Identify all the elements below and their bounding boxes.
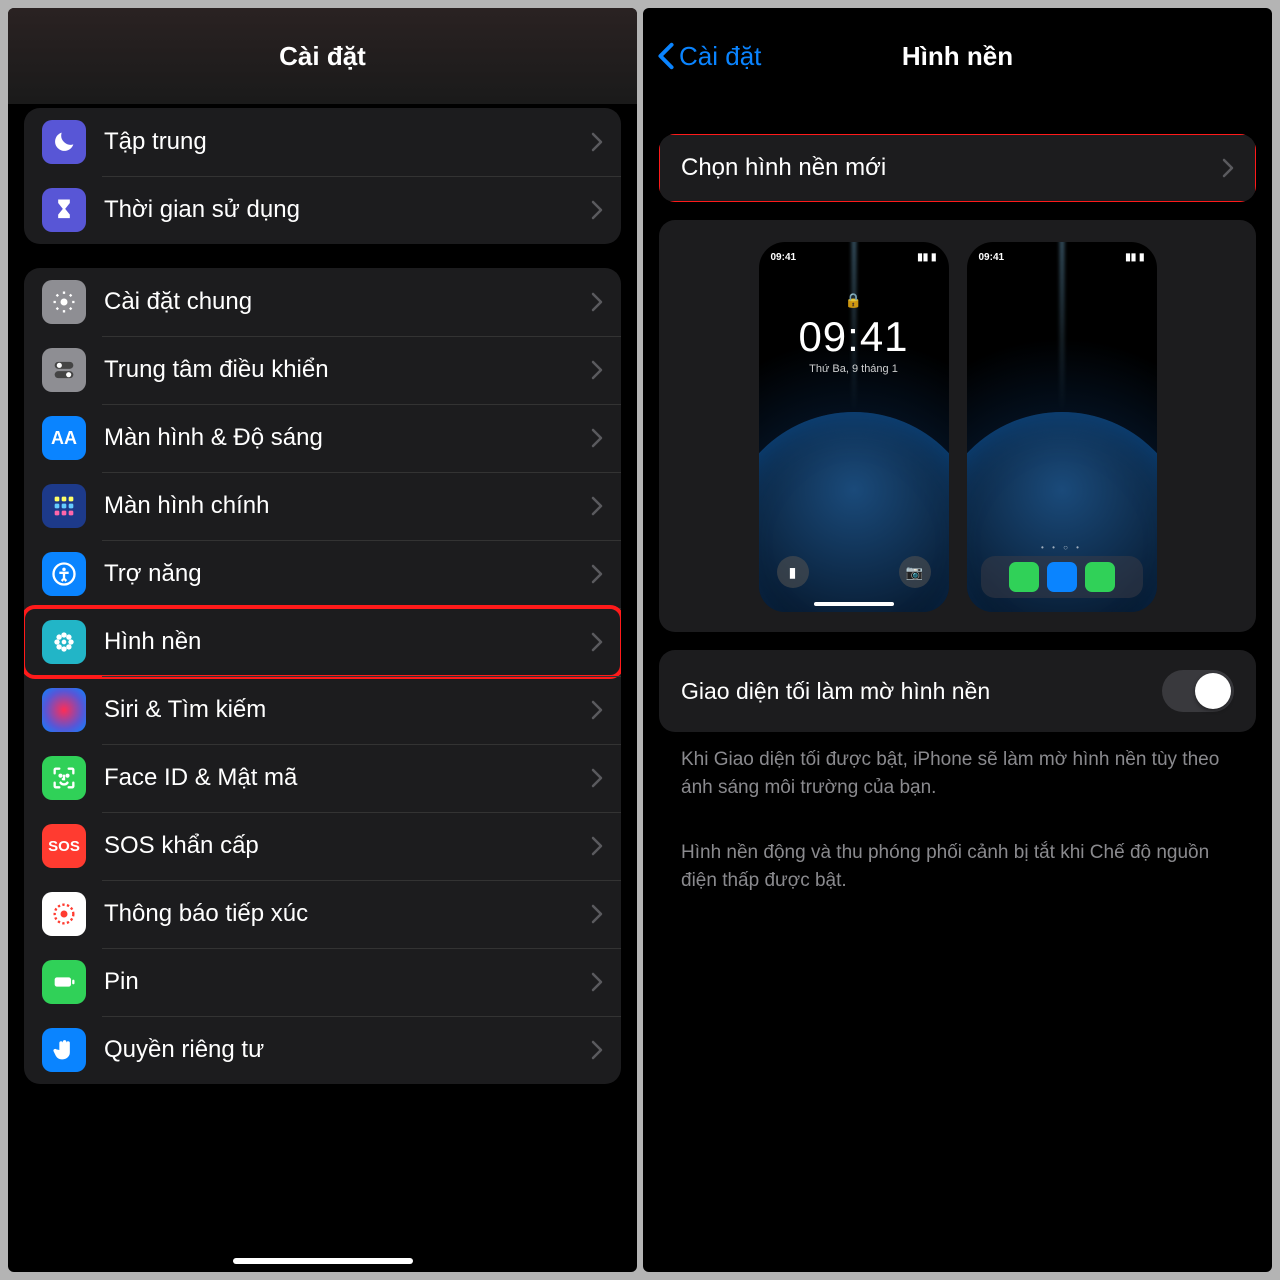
row-label: SOS khẩn cấp (104, 832, 591, 860)
settings-title: Cài đặt (279, 41, 366, 72)
settings-group-focus: Tập trung Thời gian sử dụng (24, 108, 621, 244)
wallpaper-title: Hình nền (902, 41, 1013, 72)
exposure-icon (42, 892, 86, 936)
row-label: Tập trung (104, 128, 591, 156)
chevron-right-icon (591, 700, 603, 720)
row-label: Màn hình chính (104, 492, 591, 520)
row-label: Siri & Tìm kiếm (104, 696, 591, 724)
siri-icon (42, 688, 86, 732)
chevron-right-icon (591, 768, 603, 788)
back-label: Cài đặt (679, 41, 761, 72)
row-screentime[interactable]: Thời gian sử dụng (24, 176, 621, 244)
grid-icon (42, 484, 86, 528)
row-label: Hình nền (104, 628, 591, 656)
row-siri-search[interactable]: Siri & Tìm kiếm (24, 676, 621, 744)
row-label: Quyền riêng tư (104, 1036, 591, 1064)
home-indicator[interactable] (233, 1258, 413, 1264)
messages-app-icon (1085, 562, 1115, 592)
row-label: Thông báo tiếp xúc (104, 900, 591, 928)
row-exposure[interactable]: Thông báo tiếp xúc (24, 880, 621, 948)
row-label: Face ID & Mật mã (104, 764, 591, 792)
chevron-right-icon (591, 292, 603, 312)
row-battery[interactable]: Pin (24, 948, 621, 1016)
lockscreen-preview[interactable]: 09:41▮▮ ▮ 🔒 09:41 Thứ Ba, 9 tháng 1 ▮ 📷 (759, 242, 949, 612)
settings-screen: Cài đặt Tập trung Thời gian sử dụng Cà (8, 8, 637, 1272)
chevron-right-icon (591, 428, 603, 448)
gear-icon (42, 280, 86, 324)
row-display-brightness[interactable]: AA Màn hình & Độ sáng (24, 404, 621, 472)
row-label: Trung tâm điều khiển (104, 356, 591, 384)
row-control-center[interactable]: Trung tâm điều khiển (24, 336, 621, 404)
faceid-icon (42, 756, 86, 800)
row-privacy[interactable]: Quyền riêng tư (24, 1016, 621, 1084)
chevron-right-icon (591, 496, 603, 516)
row-general[interactable]: Cài đặt chung (24, 268, 621, 336)
wallpaper-header: Cài đặt Hình nền (643, 8, 1272, 104)
sos-icon: SOS (42, 824, 86, 868)
footnote-1: Khi Giao diện tối được bật, iPhone sẽ là… (659, 732, 1256, 801)
accessibility-icon (42, 552, 86, 596)
chevron-right-icon (591, 904, 603, 924)
chevron-right-icon (591, 564, 603, 584)
footnote-2: Hình nền động và thu phóng phối cảnh bị … (659, 825, 1256, 894)
dim-wallpaper-switch[interactable] (1162, 670, 1234, 712)
settings-header: Cài đặt (8, 8, 637, 104)
camera-icon: 📷 (899, 556, 931, 588)
row-home-screen[interactable]: Màn hình chính (24, 472, 621, 540)
wallpaper-preview-group: 09:41▮▮ ▮ 🔒 09:41 Thứ Ba, 9 tháng 1 ▮ 📷 … (659, 220, 1256, 632)
lock-date: Thứ Ba, 9 tháng 1 (759, 363, 949, 375)
back-button[interactable]: Cài đặt (657, 8, 761, 104)
lock-icon: 🔒 (759, 292, 949, 309)
chevron-right-icon (591, 632, 603, 652)
chevron-right-icon (591, 972, 603, 992)
flower-icon (42, 620, 86, 664)
row-label: Cài đặt chung (104, 288, 591, 316)
chevron-right-icon (591, 360, 603, 380)
chevron-right-icon (1222, 158, 1234, 178)
text-size-icon: AA (42, 416, 86, 460)
row-faceid[interactable]: Face ID & Mật mã (24, 744, 621, 812)
row-choose-wallpaper[interactable]: Chọn hình nền mới (659, 134, 1256, 202)
row-accessibility[interactable]: Trợ năng (24, 540, 621, 608)
chevron-right-icon (591, 1040, 603, 1060)
hand-icon (42, 1028, 86, 1072)
wallpaper-screen: Cài đặt Hình nền Chọn hình nền mới 09:41… (643, 8, 1272, 1272)
lock-time: 09:41 (759, 313, 949, 361)
row-sos[interactable]: SOS SOS khẩn cấp (24, 812, 621, 880)
row-label: Trợ năng (104, 560, 591, 588)
row-focus[interactable]: Tập trung (24, 108, 621, 176)
row-dim-wallpaper: Giao diện tối làm mờ hình nền (659, 650, 1256, 732)
row-wallpaper[interactable]: Hình nền (24, 608, 621, 676)
settings-group-main: Cài đặt chung Trung tâm điều khiển AA Mà… (24, 268, 621, 1084)
homescreen-preview[interactable]: 09:41▮▮ ▮ • • ○ • (967, 242, 1157, 612)
moon-icon (42, 120, 86, 164)
row-label: Thời gian sử dụng (104, 196, 591, 224)
chevron-right-icon (591, 836, 603, 856)
chevron-left-icon (657, 42, 675, 70)
choose-wallpaper-group: Chọn hình nền mới (659, 134, 1256, 202)
chevron-right-icon (591, 200, 603, 220)
row-label: Màn hình & Độ sáng (104, 424, 591, 452)
flashlight-icon: ▮ (777, 556, 809, 588)
safari-app-icon (1047, 562, 1077, 592)
battery-icon (42, 960, 86, 1004)
row-label: Chọn hình nền mới (681, 154, 1222, 182)
hourglass-icon (42, 188, 86, 232)
chevron-right-icon (591, 132, 603, 152)
row-label: Pin (104, 968, 591, 996)
toggle-label: Giao diện tối làm mờ hình nền (681, 678, 1162, 705)
phone-app-icon (1009, 562, 1039, 592)
toggles-icon (42, 348, 86, 392)
